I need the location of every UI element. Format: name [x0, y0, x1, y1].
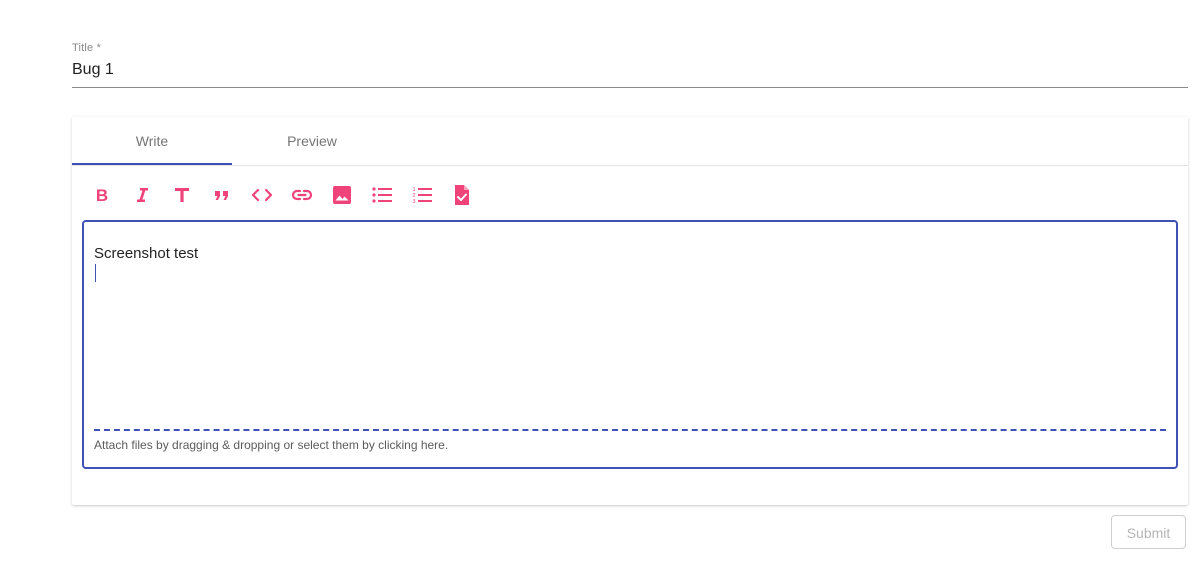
active-tab-indicator	[72, 163, 232, 165]
text-caret	[95, 264, 96, 282]
bold-icon[interactable]: B	[90, 181, 114, 209]
tab-preview[interactable]: Preview	[232, 117, 392, 165]
attach-files-link[interactable]: Attach files by dragging & dropping or s…	[94, 438, 448, 452]
code-icon[interactable]	[250, 181, 274, 209]
title-input[interactable]: Bug 1	[72, 61, 114, 79]
link-icon[interactable]	[290, 181, 314, 209]
markdown-editor: Write Preview B 1 2 3 Screenshot test At…	[72, 117, 1188, 505]
tab-write[interactable]: Write	[72, 117, 232, 165]
attach-divider	[94, 429, 1166, 431]
svg-text:3: 3	[412, 199, 415, 204]
unordered-list-icon[interactable]	[370, 181, 394, 209]
title-label: Title *	[72, 42, 102, 54]
editor-tabs: Write Preview	[72, 117, 1188, 166]
checked-list-icon[interactable]	[450, 181, 474, 209]
svg-text:B: B	[96, 186, 108, 204]
header-icon[interactable]	[170, 181, 194, 209]
quote-icon[interactable]	[210, 181, 234, 209]
editor-textarea[interactable]: Screenshot test Attach files by dragging…	[82, 220, 1178, 469]
submit-button[interactable]: Submit	[1111, 515, 1186, 549]
italic-icon[interactable]	[130, 181, 154, 209]
image-icon[interactable]	[330, 181, 354, 209]
editor-content: Screenshot test	[94, 245, 199, 262]
title-field[interactable]: Title * Bug 1	[72, 40, 1188, 88]
ordered-list-icon[interactable]: 1 2 3	[410, 181, 434, 209]
